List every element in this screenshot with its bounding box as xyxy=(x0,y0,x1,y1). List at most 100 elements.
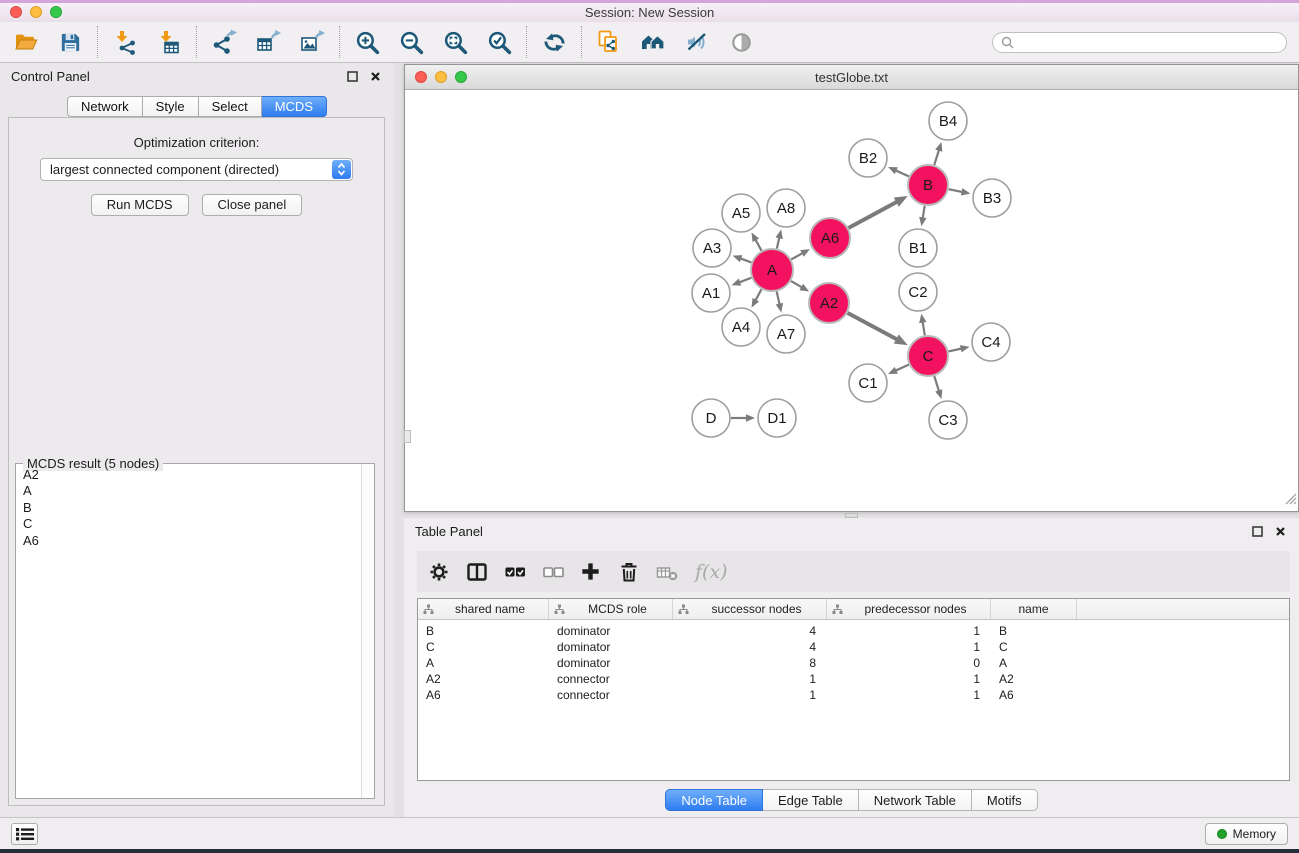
graph-edge-B-B4[interactable] xyxy=(934,150,939,165)
result-list-item[interactable]: C xyxy=(16,516,360,532)
close-window-button[interactable] xyxy=(10,6,22,18)
close-panel-icon[interactable] xyxy=(1273,524,1288,539)
graph-edge-B-B1[interactable] xyxy=(923,206,925,219)
graph-node-A5[interactable]: A5 xyxy=(722,194,760,232)
task-history-button[interactable] xyxy=(11,823,38,845)
open-session-icon[interactable] xyxy=(12,28,40,56)
tab-edge-table[interactable]: Edge Table xyxy=(763,789,859,811)
tab-select[interactable]: Select xyxy=(199,96,262,117)
splitter-grip[interactable] xyxy=(404,430,411,443)
graph-edge-A-A8[interactable] xyxy=(777,237,780,248)
table-row[interactable]: Bdominator41B xyxy=(418,623,1289,639)
zoom-in-icon[interactable] xyxy=(353,28,381,56)
graph-edge-A-A3[interactable] xyxy=(740,258,751,262)
zoom-window-button[interactable] xyxy=(50,6,62,18)
column-header-predecessor-nodes[interactable]: predecessor nodes xyxy=(827,599,991,619)
result-list-item[interactable]: A6 xyxy=(16,533,360,549)
select-all-rows-icon[interactable] xyxy=(501,558,528,585)
table-row[interactable]: A2connector11A2 xyxy=(418,671,1289,687)
column-header-mcds-role[interactable]: MCDS role xyxy=(549,599,673,619)
column-header-name[interactable]: name xyxy=(991,599,1077,619)
resize-grip-icon[interactable] xyxy=(1283,491,1297,510)
tab-motifs[interactable]: Motifs xyxy=(972,789,1038,811)
graph-node-A[interactable]: A xyxy=(751,249,793,291)
graph-edge-B-B3[interactable] xyxy=(949,189,963,192)
graph-node-A7[interactable]: A7 xyxy=(767,315,805,353)
import-table-icon[interactable] xyxy=(155,28,183,56)
result-list-item[interactable]: A xyxy=(16,483,360,499)
graph-edge-C-C2[interactable] xyxy=(923,322,925,336)
table-settings-icon[interactable] xyxy=(425,558,452,585)
graph-node-A4[interactable]: A4 xyxy=(722,308,760,346)
graph-node-B3[interactable]: B3 xyxy=(973,179,1011,217)
graph-edge-A-A2[interactable] xyxy=(791,281,802,287)
result-list-item[interactable]: B xyxy=(16,500,360,516)
export-image-icon[interactable] xyxy=(298,28,326,56)
graph-node-C[interactable]: C xyxy=(908,336,948,376)
home-icon[interactable] xyxy=(639,28,667,56)
tab-mcds[interactable]: MCDS xyxy=(262,96,327,117)
graph-edge-A6-B[interactable] xyxy=(848,202,897,228)
show-hide-columns-icon[interactable] xyxy=(463,558,490,585)
graph-node-A3[interactable]: A3 xyxy=(693,229,731,267)
graph-edge-A-A7[interactable] xyxy=(777,291,780,304)
column-header-successor-nodes[interactable]: successor nodes xyxy=(673,599,827,619)
graph-edge-A-A1[interactable] xyxy=(739,278,751,283)
result-list-scrollbar[interactable] xyxy=(361,464,374,798)
column-header-shared-name[interactable]: shared name xyxy=(418,599,549,619)
network-minimize-button[interactable] xyxy=(435,71,447,83)
delete-table-icon[interactable] xyxy=(653,558,680,585)
graph-node-A8[interactable]: A8 xyxy=(767,189,805,227)
float-panel-icon[interactable] xyxy=(345,69,360,84)
graph-node-A1[interactable]: A1 xyxy=(692,274,730,312)
graph-edge-C-C1[interactable] xyxy=(895,365,908,371)
graph-node-C2[interactable]: C2 xyxy=(899,273,937,311)
graph-node-B4[interactable]: B4 xyxy=(929,102,967,140)
graph-node-C1[interactable]: C1 xyxy=(849,364,887,402)
graph-node-B1[interactable]: B1 xyxy=(899,229,937,267)
apply-function-icon[interactable]: f(x) xyxy=(695,561,728,583)
tab-network[interactable]: Network xyxy=(67,96,143,117)
export-network-icon[interactable] xyxy=(210,28,238,56)
result-list-item[interactable]: A2 xyxy=(16,467,360,483)
minimize-window-button[interactable] xyxy=(30,6,42,18)
close-panel-button[interactable]: Close panel xyxy=(202,194,303,216)
delete-columns-icon[interactable] xyxy=(615,558,642,585)
graph-edge-B-B2[interactable] xyxy=(895,170,908,176)
tab-style[interactable]: Style xyxy=(143,96,199,117)
graph-edge-C-C4[interactable] xyxy=(948,349,961,352)
table-row[interactable]: A6connector11A6 xyxy=(418,687,1289,703)
tab-node-table[interactable]: Node Table xyxy=(665,789,763,811)
graph-edge-A-A5[interactable] xyxy=(755,239,761,250)
search-input[interactable] xyxy=(1019,35,1278,49)
memory-button[interactable]: Memory xyxy=(1205,823,1288,845)
graph-edge-A2-C[interactable] xyxy=(848,313,898,340)
birdseye-view-icon[interactable] xyxy=(727,28,755,56)
graph-edge-A-A6[interactable] xyxy=(791,253,803,259)
graph-node-B[interactable]: B xyxy=(908,165,948,205)
export-table-icon[interactable] xyxy=(254,28,282,56)
zoom-fit-icon[interactable] xyxy=(441,28,469,56)
save-session-icon[interactable] xyxy=(56,28,84,56)
run-mcds-button[interactable]: Run MCDS xyxy=(91,194,189,216)
network-zoom-button[interactable] xyxy=(455,71,467,83)
graph-node-A6[interactable]: A6 xyxy=(810,218,850,258)
new-network-from-selection-icon[interactable] xyxy=(595,28,623,56)
zoom-selected-icon[interactable] xyxy=(485,28,513,56)
network-close-button[interactable] xyxy=(415,71,427,83)
import-network-icon[interactable] xyxy=(111,28,139,56)
tab-network-table[interactable]: Network Table xyxy=(859,789,972,811)
float-panel-icon[interactable] xyxy=(1250,524,1265,539)
graph-node-B2[interactable]: B2 xyxy=(849,139,887,177)
zoom-out-icon[interactable] xyxy=(397,28,425,56)
graph-node-C3[interactable]: C3 xyxy=(929,401,967,439)
refresh-layout-icon[interactable] xyxy=(540,28,568,56)
graph-node-A2[interactable]: A2 xyxy=(809,283,849,323)
toggle-graphics-details-icon[interactable] xyxy=(683,28,711,56)
graph-node-D1[interactable]: D1 xyxy=(758,399,796,437)
graph-edge-A-A4[interactable] xyxy=(755,289,761,300)
graph-node-D[interactable]: D xyxy=(692,399,730,437)
add-column-icon[interactable] xyxy=(577,558,604,585)
table-row[interactable]: Cdominator41C xyxy=(418,639,1289,655)
graph-node-C4[interactable]: C4 xyxy=(972,323,1010,361)
